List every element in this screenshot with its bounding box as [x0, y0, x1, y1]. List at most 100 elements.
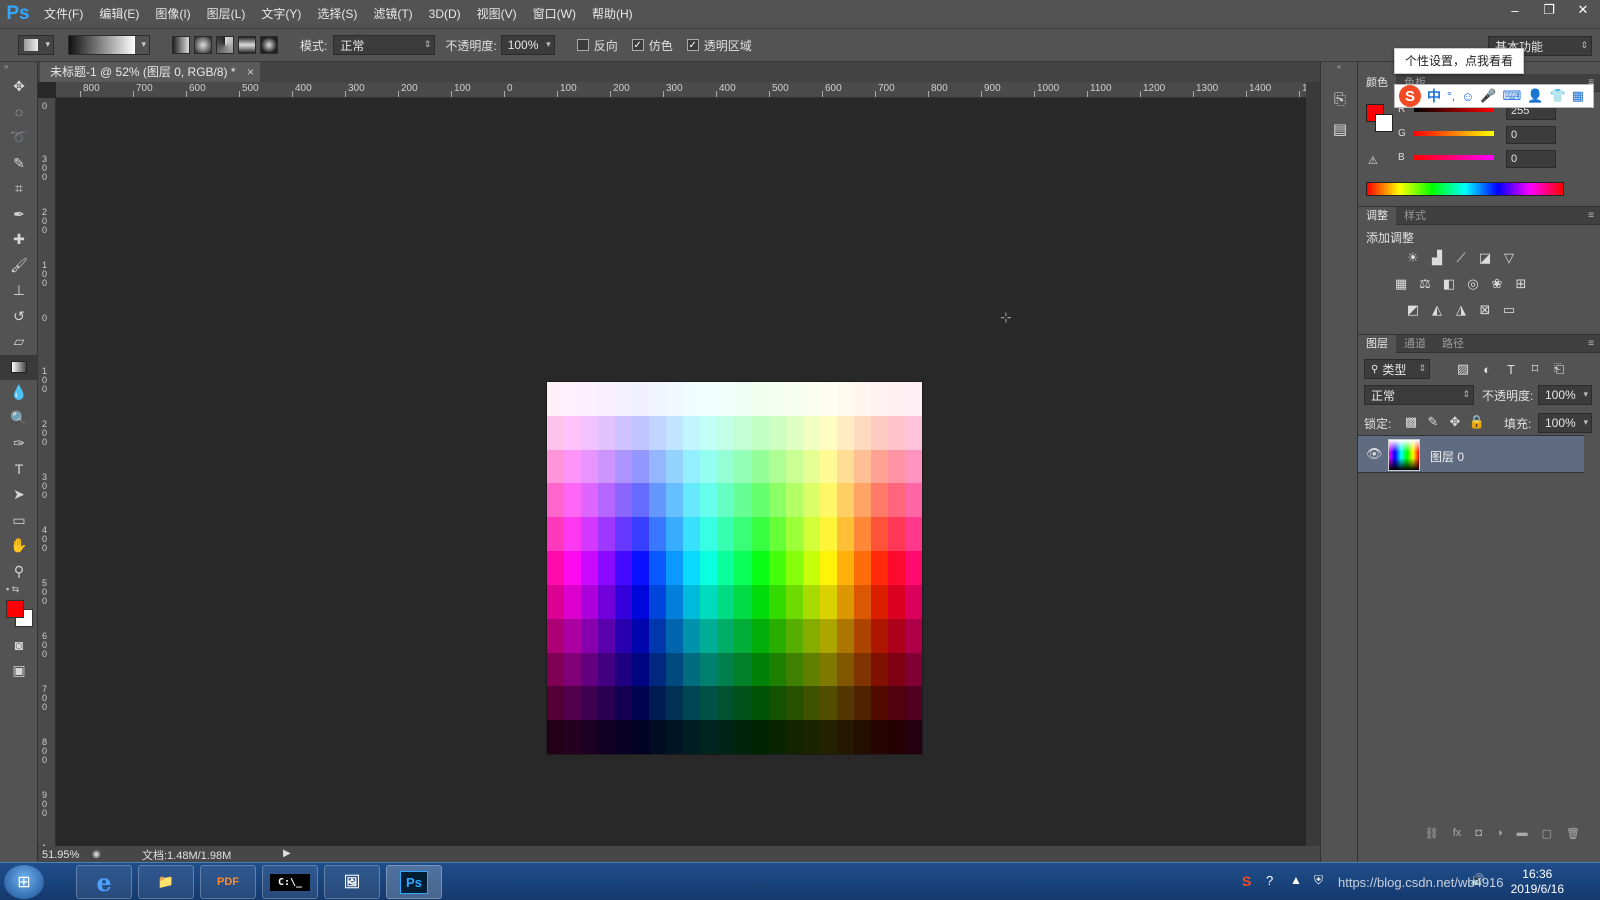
lock-transparency-icon[interactable]: ▩ [1402, 413, 1420, 431]
filter-type-icon[interactable]: T [1502, 360, 1520, 378]
panel-collapse-icon[interactable]: « [1321, 62, 1357, 76]
curves-icon[interactable]: ⟋ [1452, 249, 1470, 267]
new-group-icon[interactable]: ▬ [1517, 827, 1528, 839]
gradient-map-icon[interactable]: ▭ [1500, 301, 1518, 319]
gradient-tool-icon[interactable] [0, 354, 38, 380]
menu-layer[interactable]: 图层(L) [199, 0, 254, 28]
close-button[interactable]: ✕ [1566, 0, 1600, 20]
path-select-tool-icon[interactable]: ➤ [0, 482, 38, 508]
screen-mode-icon[interactable]: ▣ [0, 658, 38, 684]
invert-icon[interactable]: ◩ [1404, 301, 1422, 319]
tab-layers[interactable]: 图层 [1358, 334, 1396, 353]
brightness-icon[interactable]: ☀ [1404, 249, 1422, 267]
reflected-gradient-button[interactable] [238, 36, 256, 54]
taskbar-photo-viewer[interactable]: 🖼 [324, 865, 380, 899]
punctuation-icon[interactable]: °, [1447, 89, 1455, 103]
security-tray-icon[interactable]: ⛨ [1314, 873, 1323, 888]
menu-edit[interactable]: 编辑(E) [91, 0, 147, 28]
linear-gradient-button[interactable] [172, 36, 190, 54]
restore-button[interactable]: ❐ [1532, 0, 1566, 20]
opacity-input[interactable]: 100% ▾ [500, 35, 555, 55]
color-lookup-icon[interactable]: ⊞ [1512, 275, 1530, 293]
help-tray-icon[interactable]: ? [1266, 873, 1273, 888]
selective-color-icon[interactable]: ⊠ [1476, 301, 1494, 319]
layer-filter-select[interactable]: ⚲ 类型 ⇕ [1364, 359, 1430, 379]
vibrance-icon[interactable]: ▽ [1500, 249, 1518, 267]
move-tool-icon[interactable]: ✥ [0, 74, 38, 100]
start-button[interactable]: ⊞ [4, 865, 44, 899]
menu-file[interactable]: 文件(F) [36, 0, 91, 28]
tab-paths[interactable]: 路径 [1434, 335, 1472, 353]
visibility-eye-icon[interactable]: 👁 [1366, 446, 1383, 462]
dodge-tool-icon[interactable]: 🔍 [0, 406, 38, 432]
taskbar-ie[interactable]: e [76, 865, 132, 899]
menu-select[interactable]: 选择(S) [309, 0, 365, 28]
menu-help[interactable]: 帮助(H) [584, 0, 641, 28]
vertical-ruler[interactable]: 0 3 0 0 2 0 0 1 0 0 0 1 0 0 2 0 0 3 0 0 4 0 0 5 0… [38, 98, 56, 846]
toolbox-icon[interactable]: ▦ [1572, 88, 1584, 104]
layer-style-icon[interactable]: fx [1453, 827, 1462, 839]
menu-type[interactable]: 文字(Y) [253, 0, 309, 28]
taskbar-photoshop[interactable]: Ps [386, 865, 442, 899]
panel-collapse-icon[interactable]: » [0, 62, 37, 74]
quick-mask-icon[interactable]: ◙ [0, 632, 38, 658]
exposure-icon[interactable]: ◪ [1476, 249, 1494, 267]
keyboard-icon[interactable]: ⌨ [1503, 88, 1522, 104]
taskbar-cmd[interactable]: C:\_ [262, 865, 318, 899]
document-tab[interactable]: 未标题-1 @ 52% (图层 0, RGB/8) * × [40, 62, 260, 82]
blend-mode-select[interactable]: 正常 ⇕ [1364, 385, 1474, 405]
threshold-icon[interactable]: ◮ [1452, 301, 1470, 319]
pen-tool-icon[interactable]: ✑ [0, 431, 38, 457]
new-layer-icon[interactable]: ▢ [1542, 827, 1552, 840]
clone-stamp-tool-icon[interactable]: ⊥ [0, 278, 38, 304]
healing-brush-tool-icon[interactable]: ✚ [0, 227, 38, 253]
foreground-color-swatch[interactable] [6, 600, 24, 618]
close-tab-icon[interactable]: × [247, 62, 254, 82]
channel-mixer-icon[interactable]: ❀ [1488, 275, 1506, 293]
color-spectrum-bar[interactable] [1366, 182, 1564, 196]
menu-3d[interactable]: 3D(D) [421, 0, 469, 28]
filter-smartobject-icon[interactable]: ⎗ [1550, 360, 1568, 378]
tab-channels[interactable]: 通道 [1396, 335, 1434, 353]
vertical-scrollbar[interactable] [1306, 82, 1320, 846]
filter-shape-icon[interactable]: ⌑ [1526, 360, 1544, 378]
green-slider[interactable] [1414, 131, 1494, 136]
color-panel-bg-swatch[interactable] [1375, 114, 1393, 132]
hand-tool-icon[interactable]: ✋ [0, 533, 38, 559]
panel-menu-icon[interactable]: ≡ [1588, 338, 1600, 349]
fill-input[interactable]: 100% ▾ [1538, 413, 1592, 433]
dither-checkbox[interactable]: ✓ [631, 39, 644, 51]
taskbar-explorer[interactable]: 📁 [138, 865, 194, 899]
emoji-icon[interactable]: ☺ [1461, 89, 1474, 104]
blur-tool-icon[interactable]: 💧 [0, 380, 38, 406]
photo-filter-icon[interactable]: ◎ [1464, 275, 1482, 293]
link-layers-icon[interactable]: ⛓ [1425, 827, 1439, 840]
radial-gradient-button[interactable] [194, 36, 212, 54]
quick-select-tool-icon[interactable]: ✎ [0, 151, 38, 177]
properties-panel-icon[interactable]: ▤ [1321, 114, 1359, 144]
network-tray-icon[interactable]: ▲ [1290, 873, 1302, 887]
brush-tool-icon[interactable]: 🖌 [0, 253, 38, 279]
eyedropper-tool-icon[interactable]: ✒ [0, 202, 38, 228]
lasso-tool-icon[interactable]: ➰ [0, 125, 38, 151]
gradient-picker[interactable]: ▾ [68, 35, 150, 55]
tool-preset-picker[interactable]: ▾ [18, 35, 54, 55]
filter-adjustment-icon[interactable]: ◐ [1478, 360, 1496, 378]
sogou-tray-icon[interactable]: S [1242, 873, 1251, 889]
layer-name[interactable]: 图层 0 [1430, 448, 1464, 465]
menu-filter[interactable]: 滤镜(T) [365, 0, 420, 28]
eraser-tool-icon[interactable]: ▱ [0, 329, 38, 355]
angle-gradient-button[interactable] [216, 36, 234, 54]
tab-styles[interactable]: 样式 [1396, 207, 1434, 225]
layer-row[interactable]: 👁 图层 0 [1358, 435, 1584, 473]
canvas-workspace[interactable]: ⊹ [56, 98, 1306, 846]
reverse-checkbox[interactable] [576, 39, 589, 51]
blue-slider[interactable] [1414, 155, 1494, 160]
status-info-icon[interactable]: ◉ [92, 849, 112, 860]
history-panel-icon[interactable]: ⎘ [1321, 84, 1359, 114]
zoom-level[interactable]: 51.95% [38, 849, 92, 861]
user-icon[interactable]: 👤 [1527, 88, 1543, 104]
menu-image[interactable]: 图像(I) [147, 0, 198, 28]
zoom-tool-icon[interactable]: ⚲ [0, 559, 38, 585]
new-adjustment-icon[interactable]: ◑ [1496, 827, 1503, 839]
